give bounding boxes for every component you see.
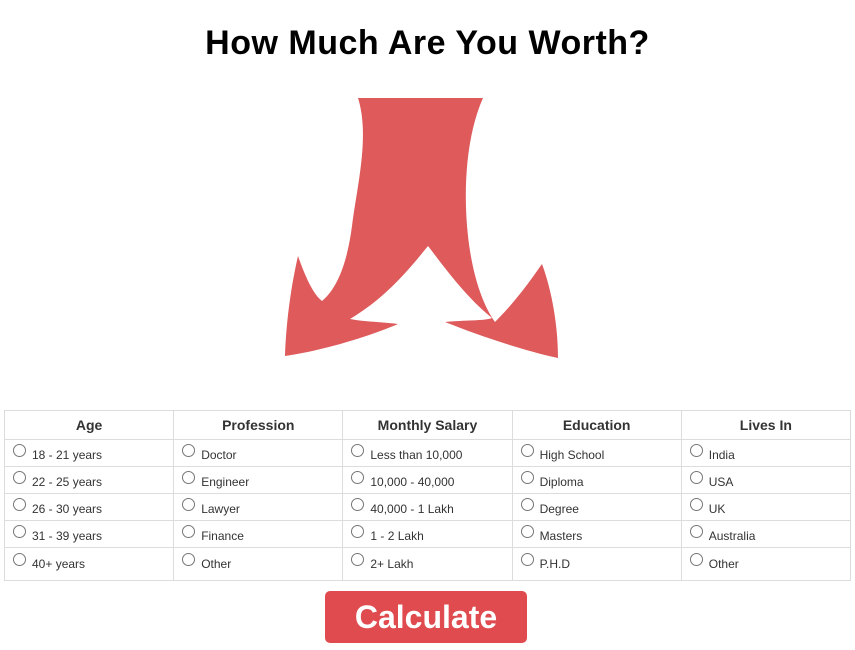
lives-in-radio[interactable] (689, 525, 703, 538)
age-radio[interactable] (13, 444, 26, 457)
profession-option-cell[interactable]: Other (173, 547, 344, 581)
salary-option-cell[interactable]: Less than 10,000 (342, 439, 513, 467)
option-label: India (708, 448, 735, 462)
option-label: 10,000 - 40,000 (370, 475, 455, 489)
split-arrow-icon (285, 98, 558, 358)
column-header-age: Age (3, 410, 175, 440)
table-row: 26 - 30 years Lawyer 40,000 - 1 Lakh Deg… (3, 493, 852, 521)
age-option-cell[interactable]: 22 - 25 years (3, 466, 175, 494)
education-radio[interactable] (520, 444, 534, 457)
option-label: Diploma (539, 475, 584, 489)
education-radio[interactable] (520, 498, 534, 511)
option-label: Other (201, 556, 232, 571)
option-label: 31 - 39 years (32, 529, 103, 543)
profession-radio[interactable] (182, 552, 196, 566)
profession-radio[interactable] (182, 498, 196, 511)
lives-in-option-cell[interactable]: Australia (680, 520, 852, 548)
table-header-row: Age Profession Monthly Salary Education … (3, 410, 852, 440)
option-label: High School (539, 448, 605, 462)
lives-in-radio[interactable] (689, 552, 703, 566)
age-radio[interactable] (13, 498, 26, 511)
salary-option-cell[interactable]: 2+ Lakh (342, 547, 513, 581)
option-label: Doctor (201, 448, 237, 462)
option-label: 26 - 30 years (32, 502, 103, 516)
age-radio[interactable] (13, 471, 26, 484)
salary-radio[interactable] (351, 444, 365, 457)
option-label: 18 - 21 years (32, 448, 103, 462)
option-label: 40,000 - 1 Lakh (370, 502, 454, 516)
age-option-cell[interactable]: 18 - 21 years (3, 439, 175, 467)
age-option-cell[interactable]: 31 - 39 years (3, 520, 175, 548)
education-option-cell[interactable]: Degree (511, 493, 682, 521)
table-row: 22 - 25 years Engineer 10,000 - 40,000 D… (3, 466, 852, 494)
education-option-cell[interactable]: High School (511, 439, 682, 467)
option-label: 22 - 25 years (32, 475, 103, 489)
column-header-lives-in: Lives In (680, 410, 852, 440)
profession-radio[interactable] (182, 471, 196, 484)
salary-radio[interactable] (351, 552, 365, 566)
age-radio[interactable] (13, 552, 26, 566)
profession-option-cell[interactable]: Lawyer (173, 493, 344, 521)
option-label: UK (708, 502, 726, 516)
education-radio[interactable] (520, 552, 534, 566)
option-label: 2+ Lakh (370, 556, 414, 571)
lives-in-option-cell[interactable]: Other (680, 547, 852, 581)
education-option-cell[interactable]: Diploma (511, 466, 682, 494)
column-header-monthly-salary: Monthly Salary (342, 410, 513, 440)
option-label: 40+ years (32, 556, 86, 571)
option-label: Australia (708, 529, 756, 543)
column-header-education: Education (511, 410, 682, 440)
age-option-cell[interactable]: 26 - 30 years (3, 493, 175, 521)
table-row: 31 - 39 years Finance 1 - 2 Lakh Masters… (3, 520, 852, 548)
education-option-cell[interactable]: P.H.D (511, 547, 682, 581)
option-label: USA (708, 475, 734, 489)
profession-option-cell[interactable]: Finance (173, 520, 344, 548)
lives-in-radio[interactable] (689, 444, 703, 457)
lives-in-radio[interactable] (689, 498, 703, 511)
option-label: P.H.D (539, 556, 571, 571)
salary-option-cell[interactable]: 1 - 2 Lakh (342, 520, 513, 548)
salary-radio[interactable] (351, 498, 365, 511)
salary-option-cell[interactable]: 10,000 - 40,000 (342, 466, 513, 494)
education-radio[interactable] (520, 525, 534, 538)
profession-option-cell[interactable]: Doctor (173, 439, 344, 467)
option-label: Other (708, 556, 739, 571)
age-option-cell[interactable]: 40+ years (3, 547, 175, 581)
profession-radio[interactable] (182, 525, 196, 538)
page-title: How Much Are You Worth? (205, 24, 650, 62)
option-label: Lawyer (201, 502, 240, 516)
option-label: Finance (201, 529, 244, 543)
education-radio[interactable] (520, 471, 534, 484)
lives-in-option-cell[interactable]: USA (680, 466, 852, 494)
table-row: 40+ years Other 2+ Lakh P.H.D Other (3, 547, 852, 581)
salary-radio[interactable] (351, 471, 365, 484)
lives-in-option-cell[interactable]: UK (680, 493, 852, 521)
profession-option-cell[interactable]: Engineer (173, 466, 344, 494)
column-header-profession: Profession (173, 410, 344, 440)
age-radio[interactable] (13, 525, 26, 538)
option-label: 1 - 2 Lakh (370, 529, 424, 543)
profession-radio[interactable] (182, 444, 196, 457)
option-label: Degree (539, 502, 579, 516)
worth-options-table: Age Profession Monthly Salary Education … (3, 410, 852, 581)
lives-in-option-cell[interactable]: India (680, 439, 852, 467)
option-label: Masters (539, 529, 583, 543)
option-label: Engineer (201, 475, 250, 489)
education-option-cell[interactable]: Masters (511, 520, 682, 548)
calculate-button[interactable]: Calculate (325, 591, 527, 643)
table-row: 18 - 21 years Doctor Less than 10,000 Hi… (3, 439, 852, 467)
lives-in-radio[interactable] (689, 471, 703, 484)
salary-radio[interactable] (351, 525, 365, 538)
option-label: Less than 10,000 (370, 448, 463, 462)
salary-option-cell[interactable]: 40,000 - 1 Lakh (342, 493, 513, 521)
